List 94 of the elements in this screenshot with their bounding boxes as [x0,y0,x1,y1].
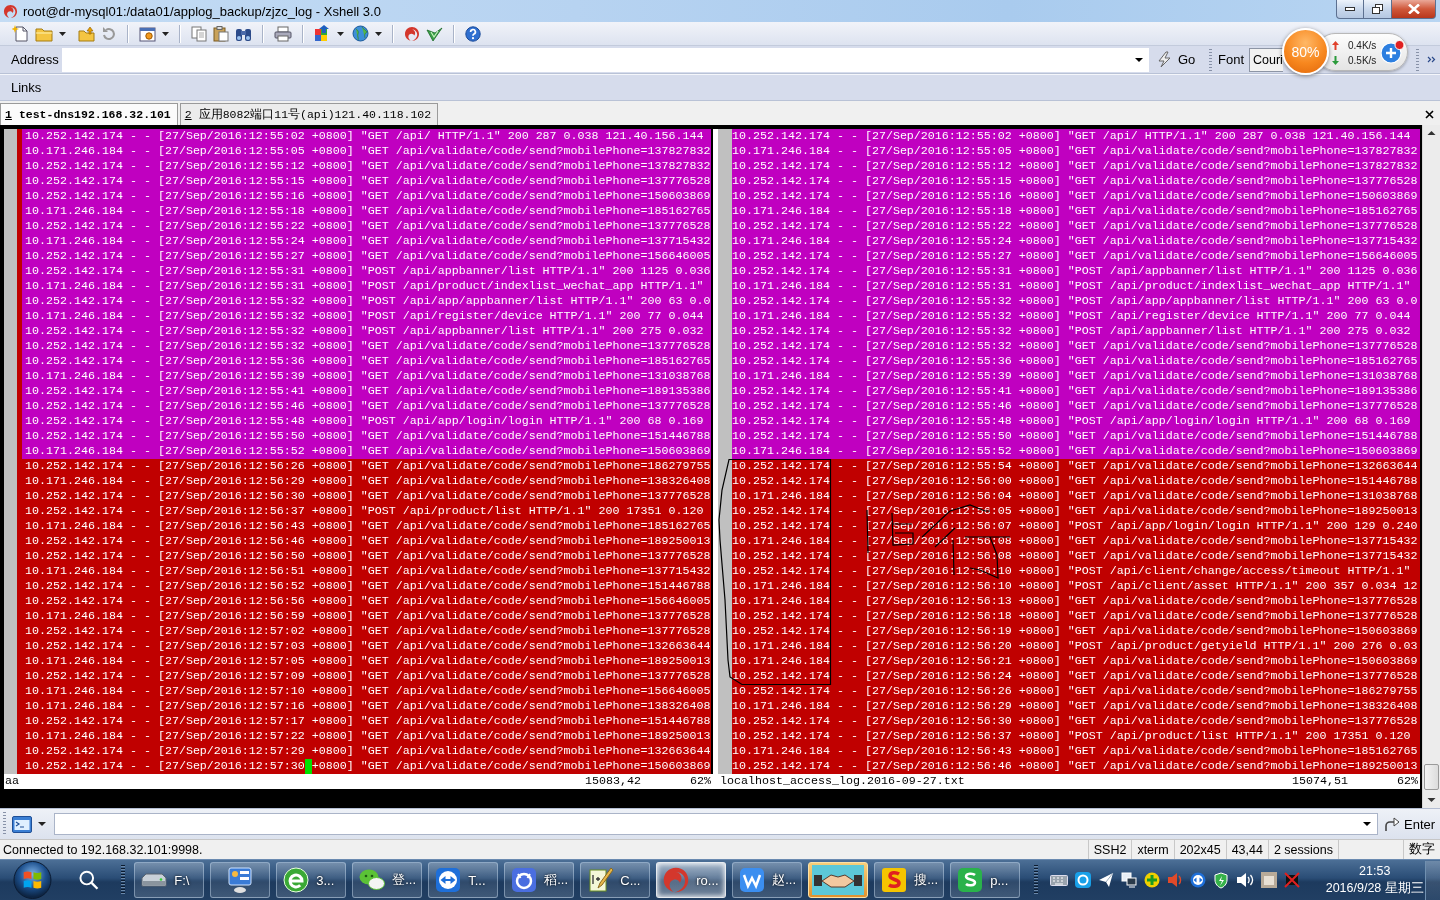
cursor-position: 15083,42 [585,774,642,789]
help-icon[interactable] [465,25,481,42]
close-icon [1407,4,1420,14]
ring-icon [510,866,539,894]
shield-icon[interactable] [1213,871,1230,889]
dropdown-caret-icon[interactable] [1135,57,1143,62]
window-title: root@dr-mysql01:/data01/applog_backup/zjzc_log - Xshell 3.0 [23,3,381,19]
e-logo-icon [282,866,311,894]
taskbar-button[interactable]: 搜... [874,862,945,898]
go-button[interactable]: Go [1152,47,1205,72]
photo-placeholder[interactable] [1261,872,1278,888]
swirl-icon [662,866,691,894]
status-filename: localhost_access_log.2016-09-27.txt [720,774,966,789]
taskbar-button[interactable]: 赵... [732,862,803,898]
panel-icon [226,866,255,894]
plus-circle-icon[interactable] [1144,872,1161,888]
arrow-down-icon [1332,56,1339,65]
handshake-icon [812,865,865,895]
clock-time: 21:53 [1359,863,1391,880]
restore-icon [1372,4,1383,14]
lightning-icon [1156,51,1172,68]
scroll-percent: 62% [690,774,712,789]
keyboard-icon[interactable] [1050,873,1069,887]
window-icon[interactable] [139,25,156,42]
taskbar-button[interactable] [210,862,271,898]
show-desktop-button[interactable] [1425,860,1440,900]
clipboard-icon[interactable] [213,25,229,42]
dropdown-caret-icon[interactable] [375,31,382,36]
speaker-icon[interactable] [1167,872,1184,888]
clock-date: 2016/9/28 星期三 [1325,880,1424,897]
scroll-percent: 62% [1397,774,1419,789]
checkmark-icon[interactable] [426,25,443,42]
log-text: 10.252.142.174 - - [27/Sep/2016:12:57:30 [25,759,305,774]
search-icon[interactable] [77,869,100,891]
swirl-icon [3,3,18,19]
links-label: Links [10,80,42,95]
taskbar-button[interactable]: T... [428,862,499,898]
taskbar-button[interactable]: 登... [352,862,423,898]
dropdown-caret-icon[interactable] [59,31,66,36]
font-select[interactable]: Couri [1249,47,1283,72]
s-curve-icon [880,866,909,894]
font-label: Font [1218,52,1244,67]
notepad-icon [586,866,615,894]
minimize-button[interactable] [1336,0,1364,19]
session-tab[interactable]: 2 应用8082端口11号(api)121.40.118.102 [179,103,439,125]
double-arrow-icon[interactable] [1190,872,1207,888]
ring-icon[interactable] [1075,872,1092,888]
close-button[interactable] [1392,0,1436,19]
enter-arrow-icon [1384,816,1400,832]
start-orb-icon[interactable] [13,860,52,900]
new-document-icon[interactable] [12,25,29,42]
swirl-icon[interactable] [404,25,420,42]
taskbar-button[interactable]: F:\ [134,862,205,898]
scrollbar-thumb[interactable] [1424,764,1439,790]
close-icon[interactable] [1425,110,1434,119]
cursor-position: 15074,51 [1292,774,1349,789]
zigzag-icon [738,866,767,894]
taskbar-button[interactable]: 3... [276,862,347,898]
dropdown-caret-icon[interactable] [162,31,169,36]
colored-squares-icon[interactable] [314,25,331,42]
taskbar-button[interactable] [808,862,869,898]
s-curve-icon [956,866,985,894]
paper-plane-icon[interactable] [1098,872,1115,888]
dropdown-caret-icon[interactable] [38,822,46,826]
taskbar-button[interactable]: p... [950,862,1021,898]
session-tab[interactable]: 1 test-dns192.168.32.101 [0,103,178,125]
compose-input[interactable] [54,813,1378,835]
status-filename: aa [5,774,20,789]
taskbar-button[interactable]: 稻... [504,862,575,898]
crossed-icon[interactable] [1284,872,1301,888]
plus-icon[interactable] [1381,40,1405,64]
log-text: +0800] "GET /api/validate/code/send?mobilePhone=150603869 [311,759,711,774]
maximize-button[interactable] [1364,0,1392,19]
more-chevron-icon[interactable] [1427,56,1436,63]
status-message: Connected to 192.168.32.101:9998. [2,842,204,857]
upload-speed: 0.4K/s [1348,40,1377,51]
vertical-scrollbar[interactable] [1422,125,1440,808]
dropdown-caret-icon[interactable] [1363,822,1371,826]
printer-icon[interactable] [274,25,292,42]
copy-icon[interactable] [191,25,207,42]
address-label: Address [10,52,60,67]
volume-icon[interactable] [1236,872,1255,888]
enter-button[interactable]: Enter [1382,812,1440,836]
network-icon[interactable] [1121,872,1138,888]
terminal-icon[interactable] [12,815,32,833]
arrow-up-icon [1332,41,1339,50]
download-speed: 0.5K/s [1348,55,1377,66]
folder-arrow-icon[interactable] [78,25,95,42]
dropdown-caret-icon[interactable] [337,31,344,36]
taskbar-button[interactable]: C... [580,862,651,898]
globe-icon[interactable] [352,25,369,42]
taskbar-button[interactable]: ro... [656,862,727,898]
address-field[interactable] [61,47,1149,72]
minimize-icon [1345,7,1355,11]
